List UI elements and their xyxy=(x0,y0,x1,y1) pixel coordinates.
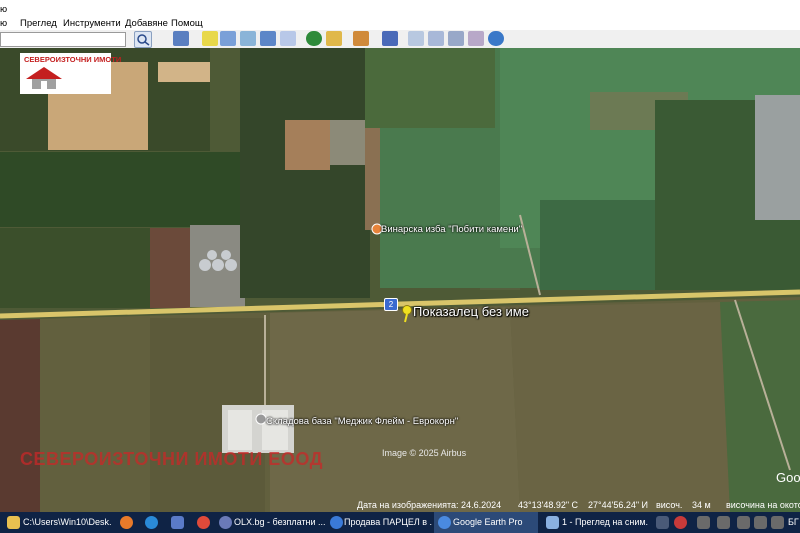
print-icon[interactable] xyxy=(428,31,444,46)
pin-label[interactable]: Показалец без име xyxy=(413,304,529,319)
menu-bar: ю ю Преглед Инструменти Добавяне Помощ xyxy=(0,0,800,30)
task-explorer[interactable]: C:\Users\Win10\Desk... xyxy=(23,512,111,533)
historical-imagery-icon[interactable] xyxy=(306,31,322,46)
pushpin-icon[interactable] xyxy=(400,305,414,323)
tray-opera-icon[interactable] xyxy=(674,516,687,529)
task-listing[interactable]: Продава ПАРЦЕЛ в ... xyxy=(344,512,432,533)
search-input[interactable] xyxy=(0,32,126,47)
window-title: ю xyxy=(0,4,8,15)
task-google-earth[interactable]: Google Earth Pro xyxy=(453,512,535,533)
firefox-icon[interactable] xyxy=(120,516,133,529)
menu-add[interactable]: Добавяне xyxy=(125,17,168,30)
menu-view[interactable]: Преглед xyxy=(20,17,57,30)
watermark-text: СЕВЕРОИЗТОЧНИ ИМОТИ ЕООД xyxy=(20,449,323,469)
placemark-icon[interactable] xyxy=(202,31,218,46)
map-view[interactable] xyxy=(0,48,800,512)
explorer-taskbar-icon[interactable] xyxy=(171,516,184,529)
edge-icon[interactable] xyxy=(145,516,158,529)
menu-file-fragment[interactable]: ю xyxy=(0,17,7,30)
image-overlay-icon[interactable] xyxy=(260,31,276,46)
latitude-readout: 43°13'48.92" С xyxy=(518,500,579,510)
tray-wifi-icon[interactable] xyxy=(754,516,767,529)
listing-tab-icon xyxy=(330,516,343,529)
photos-icon xyxy=(546,516,559,529)
elevation-value: 34 м xyxy=(692,500,711,510)
tray-app-icon[interactable] xyxy=(656,516,669,529)
satellite-imagery xyxy=(0,48,800,512)
email-icon[interactable] xyxy=(408,31,424,46)
save-image-icon[interactable] xyxy=(448,31,464,46)
house-logo-icon xyxy=(26,67,62,89)
tray-network-icon[interactable] xyxy=(697,516,710,529)
base-label[interactable]: Складова база "Меджик Флейм - Еврокорн" xyxy=(266,416,458,427)
eye-altitude-label: височина на окото xyxy=(726,500,800,510)
view-in-maps-icon[interactable] xyxy=(468,31,484,46)
longitude-readout: 27°44'56.24" И xyxy=(588,500,649,510)
winery-label[interactable]: Винарска изба "Побити камени" xyxy=(381,224,522,235)
task-photos[interactable]: 1 - Преглед на сним... xyxy=(562,512,648,533)
sidebar-toggle-icon[interactable] xyxy=(173,31,189,46)
earth-icon[interactable] xyxy=(488,31,504,46)
imagery-date: Дата на изображенията: 24.6.2024 xyxy=(357,500,502,510)
task-olx[interactable]: OLX.bg - безплатни ... xyxy=(234,512,326,533)
tray-battery-icon[interactable] xyxy=(737,516,750,529)
google-earth-icon xyxy=(438,516,451,529)
menu-help[interactable]: Помощ xyxy=(171,17,203,30)
agency-logo: СЕВЕРОИЗТОЧНИ ИМОТИ xyxy=(20,53,121,94)
sunlight-icon[interactable] xyxy=(326,31,342,46)
record-tour-icon[interactable] xyxy=(280,31,296,46)
tray-security-icon[interactable] xyxy=(717,516,730,529)
search-icon[interactable] xyxy=(134,31,152,48)
olx-tab-icon xyxy=(219,516,232,529)
planets-icon[interactable] xyxy=(353,31,369,46)
polygon-icon[interactable] xyxy=(220,31,236,46)
folder-icon xyxy=(7,516,20,529)
path-icon[interactable] xyxy=(240,31,256,46)
road-shield: 2 xyxy=(384,298,398,311)
menu-tools[interactable]: Инструменти xyxy=(63,17,121,30)
logo-text: СЕВЕРОИЗТОЧНИ ИМОТИ xyxy=(24,55,122,64)
elevation-label: височ. xyxy=(656,500,683,510)
copyright-text: Image © 2025 Airbus xyxy=(382,448,467,458)
google-logo: Goo xyxy=(776,470,800,485)
ruler-icon[interactable] xyxy=(382,31,398,46)
language-indicator[interactable]: БГ xyxy=(788,512,799,533)
chrome-icon[interactable] xyxy=(197,516,210,529)
tray-volume-icon[interactable] xyxy=(771,516,784,529)
